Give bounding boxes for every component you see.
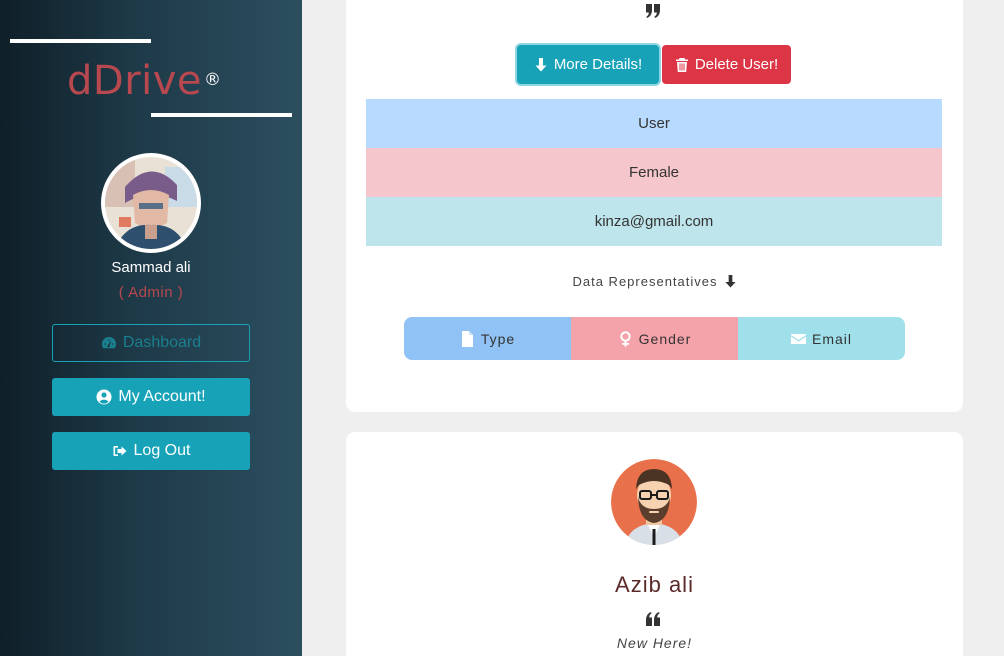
sign-out-icon <box>113 446 127 456</box>
file-icon <box>461 330 473 347</box>
data-legend: Type Gender Email <box>404 317 905 360</box>
dashboard-label: Dashboard <box>122 334 202 351</box>
sidebar: dDrive ® Sammad ali ( Admin ) Dashboard M… <box>0 0 302 656</box>
user-email-row: kinza@gmail.com <box>366 197 942 246</box>
user-card-kinza: More Details! Delete User! User Female k… <box>346 0 963 412</box>
legend-email-label: Email <box>811 330 852 347</box>
admin-avatar-image <box>105 157 197 249</box>
arrow-down-icon <box>535 57 547 71</box>
admin-avatar <box>101 153 201 253</box>
logout-button[interactable]: Log Out <box>52 432 250 470</box>
logout-label: Log Out <box>133 442 191 459</box>
my-account-label: My Account! <box>118 388 206 405</box>
more-details-button[interactable]: More Details! <box>517 45 659 84</box>
user-type-row: User <box>366 99 942 148</box>
brand-logo[interactable]: dDrive ® <box>67 58 222 104</box>
legend-type-label: Type <box>480 330 516 347</box>
user-circle-icon <box>96 389 112 405</box>
admin-name: Sammad ali <box>111 259 191 276</box>
envelope-icon <box>790 333 806 344</box>
legend-type[interactable]: Type <box>404 317 571 360</box>
delete-user-label: Delete User! <box>694 56 779 73</box>
brand-bar-top <box>10 39 151 43</box>
user-bio: New Here! <box>616 635 693 651</box>
user-avatar-image <box>611 459 697 545</box>
trash-icon <box>675 57 688 72</box>
brand-name: dDrive <box>67 58 203 104</box>
legend-gender[interactable]: Gender <box>571 317 738 360</box>
tachometer-icon <box>101 337 116 349</box>
quote-close-icon <box>646 4 660 18</box>
data-representatives-heading: Data Representatives <box>346 274 963 289</box>
dashboard-button[interactable]: Dashboard <box>52 324 250 362</box>
user-name: Azib ali <box>615 572 694 597</box>
my-account-button[interactable]: My Account! <box>52 378 250 416</box>
data-representatives-label: Data Representatives <box>572 274 718 289</box>
brand-bar-bottom <box>151 113 292 117</box>
user-card-azib: Azib ali New Here! <box>346 432 963 656</box>
user-avatar <box>611 459 697 545</box>
arrow-down-icon <box>724 275 736 288</box>
delete-user-button[interactable]: Delete User! <box>662 45 791 84</box>
user-gender-row: Female <box>366 148 942 197</box>
legend-gender-label: Gender <box>638 330 692 347</box>
admin-role: ( Admin ) <box>118 284 184 301</box>
venus-icon <box>619 330 631 346</box>
quote-open-icon <box>646 612 660 626</box>
legend-email[interactable]: Email <box>738 317 905 360</box>
registered-mark: ® <box>204 70 222 90</box>
more-details-label: More Details! <box>553 56 643 73</box>
